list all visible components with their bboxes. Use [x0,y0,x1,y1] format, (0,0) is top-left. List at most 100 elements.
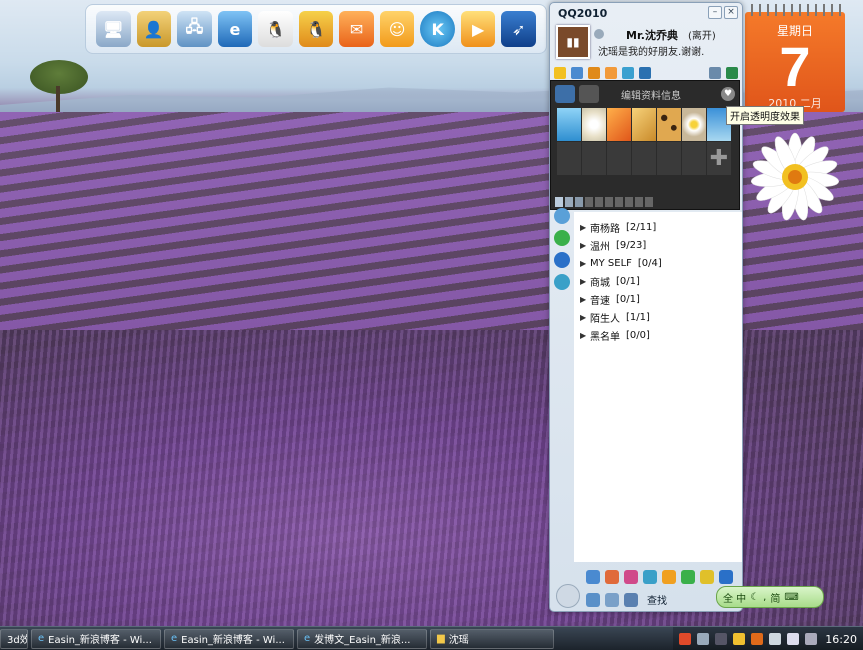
tray-arrow-icon[interactable] [715,633,727,645]
internet-explorer-icon[interactable]: e [217,11,253,47]
expand-arrow-icon: ▶ [580,330,587,340]
mail-icon[interactable] [571,67,583,79]
calendar-gadget[interactable]: 星期日 7 2010 二月 [745,4,845,112]
skin-swatch-orange[interactable] [607,108,631,141]
kugou-icon[interactable]: K [420,11,455,47]
user-folder-icon[interactable]: 👤 [136,11,172,47]
friend-group-list: ▶ 南杨路 [2/11] ▶ 温州 [9/23] ▶ MY SELF [0/4]… [574,212,742,562]
skin-brush-tab[interactable] [579,85,599,103]
display-icon[interactable] [769,633,781,645]
avatar[interactable]: ▮▮ [556,25,590,59]
taskbar-item[interactable]: e Easin_新浪博客 - Wi... [31,628,161,649]
group-count: [9/23] [616,239,647,251]
qq-game-icon[interactable] [554,274,570,290]
taskbar-item-label: 3d效... [7,635,28,646]
app-icon[interactable] [624,570,638,584]
game-icon[interactable] [639,67,651,79]
minimize-button[interactable]: – [708,6,722,19]
taskbar-item-label: Easin_新浪博客 - Wi... [48,635,152,646]
ime-simplified-icon[interactable]: 简 [770,590,780,605]
media-player-icon[interactable]: ▶ [460,11,496,47]
pet-icon[interactable] [605,67,617,79]
expand-arrow-icon: ▶ [580,276,587,286]
taskbar-item-label: Easin_新浪博客 - Wi... [181,635,285,646]
qq-penguin-icon[interactable]: 🐧 [258,11,293,47]
network-tray-icon[interactable] [697,633,709,645]
network-icon[interactable]: 🖧 [177,11,212,47]
skin-swatch-daisy[interactable] [682,108,706,141]
skin-swatch-blue[interactable] [557,108,581,141]
skin-slot[interactable] [557,142,581,175]
skin-slot[interactable] [582,142,606,175]
qq-green-icon[interactable] [554,230,570,246]
app-icon[interactable] [681,570,695,584]
skin-swatch-gold[interactable] [632,108,656,141]
app-icon[interactable] [719,570,733,584]
heart-icon[interactable]: ♥ [721,87,735,101]
aliwangwang-icon[interactable]: ☺ [379,11,415,47]
taskbar-item[interactable]: ▆ 沈瑶 [430,628,554,649]
taskbar-clock[interactable]: 16:20 [825,633,857,646]
qq-main-menu-button[interactable] [556,584,580,608]
skin-image-tab[interactable] [555,85,575,103]
friend-group[interactable]: ▶ 陌生人 [1/1] [574,308,742,326]
wallet-icon[interactable] [588,67,600,79]
app-icon[interactable] [700,570,714,584]
taskbar-item[interactable]: e Easin_新浪博客 - Wi... [164,628,294,649]
taskbar-item[interactable]: e 发博文_Easin_新浪... [297,628,427,649]
friend-group[interactable]: ▶ 黑名单 [0/0] [574,326,742,344]
music-icon[interactable] [622,67,634,79]
friend-group[interactable]: ▶ 商城 [0/1] [574,272,742,290]
qzone-icon[interactable] [554,67,566,79]
qq-penguin-alt-icon[interactable]: 🐧 [298,11,334,47]
friend-group[interactable]: ▶ 南杨路 [2/11] [574,218,742,236]
ime-keyboard-icon[interactable]: ⌨ [784,592,798,603]
friend-group[interactable]: ▶ MY SELF [0/4] [574,254,742,272]
settings-gear-icon[interactable] [586,592,600,607]
search-icon[interactable] [624,592,638,607]
computer-icon[interactable]: 🖥 [96,11,131,47]
ime-mode-label[interactable]: 全 中 [723,590,746,605]
message-manager-icon[interactable] [605,592,619,607]
group-name: 黑名单 [590,331,620,343]
ime-punct-icon[interactable]: , [763,592,766,603]
status-indicator-icon[interactable] [594,29,604,39]
antivirus-icon[interactable] [751,633,763,645]
find-button[interactable]: 查找 [647,592,667,607]
skin-swatch-leopard[interactable] [657,108,681,141]
input-method-bar[interactable]: 全 中 ☾ , 简 ⌨ [716,586,824,608]
skin-slot[interactable] [607,142,631,175]
app-icon[interactable] [586,570,600,584]
qq-window-title: QQ2010 [558,7,608,20]
app-icon[interactable] [605,570,619,584]
bird-app-icon[interactable]: ➶ [501,11,537,47]
skin-slot[interactable] [657,142,681,175]
transparency-strip[interactable] [555,197,737,207]
skin-slot[interactable] [682,142,706,175]
add-skin-button[interactable]: ✚ [707,142,731,175]
group-count: [0/0] [626,329,650,341]
personal-signature[interactable]: 沈瑶是我的好朋友.谢谢. [598,43,704,58]
friend-group[interactable]: ▶ 温州 [9/23] [574,236,742,254]
friend-group[interactable]: ▶ 音速 [0/1] [574,290,742,308]
message-box-icon[interactable] [709,67,721,79]
app-icon[interactable] [662,570,676,584]
qq-tray-icon[interactable] [733,633,745,645]
sogou-icon[interactable] [679,633,691,645]
ime-moon-icon[interactable]: ☾ [750,592,759,603]
skin-slot[interactable] [632,142,656,175]
shield-icon[interactable] [805,633,817,645]
contacts-icon[interactable] [554,208,570,224]
skin-change-icon[interactable] [726,67,738,79]
taskbar-item[interactable]: 3d效... [0,628,28,649]
expand-arrow-icon: ▶ [580,240,587,250]
taskbar-item-label: 沈瑶 [448,635,469,646]
daisy-flower-icon[interactable] [748,130,842,224]
qq-bottom-tool-bar: 查找 [586,592,667,607]
msn-icon[interactable] [554,252,570,268]
close-button[interactable]: × [724,6,738,19]
app-icon[interactable] [643,570,657,584]
foxmail-icon[interactable]: ✉ [339,11,374,47]
volume-icon[interactable] [787,633,799,645]
skin-swatch-flower[interactable] [582,108,606,141]
